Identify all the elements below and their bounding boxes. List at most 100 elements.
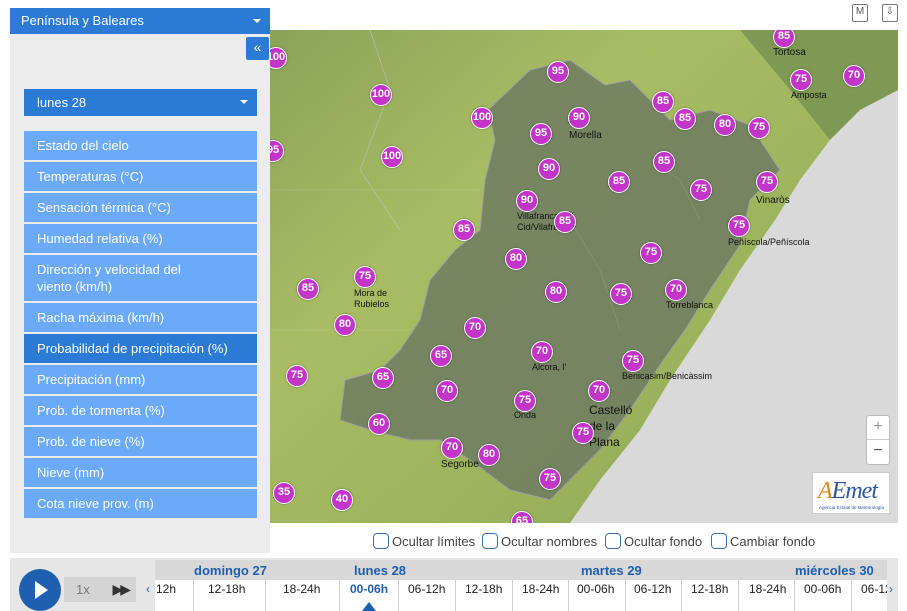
probability-marker[interactable]: 85: [674, 108, 696, 130]
probability-marker[interactable]: 75: [286, 365, 308, 387]
hide-borders-checkbox[interactable]: Ocultar límites: [373, 532, 475, 550]
probability-marker[interactable]: 75: [539, 468, 561, 490]
checkbox-box[interactable]: [373, 533, 389, 549]
variable-item[interactable]: Sensación térmica (°C): [24, 193, 257, 224]
probability-marker[interactable]: 70: [436, 380, 458, 402]
probability-marker[interactable]: 85: [608, 171, 630, 193]
variable-item[interactable]: Racha máxima (km/h): [24, 303, 257, 334]
time-slot[interactable]: 12-18h: [691, 582, 728, 596]
variable-item[interactable]: Humedad relativa (%): [24, 224, 257, 255]
probability-marker[interactable]: 70: [665, 279, 687, 301]
probability-marker[interactable]: 100: [370, 84, 392, 106]
probability-marker[interactable]: 75: [728, 215, 750, 237]
time-slot[interactable]: 06-12h: [634, 582, 671, 596]
download-icon[interactable]: ⇩: [882, 4, 898, 22]
probability-marker[interactable]: 75: [572, 422, 594, 444]
hide-names-checkbox[interactable]: Ocultar nombres: [482, 532, 597, 550]
probability-marker[interactable]: 70: [464, 317, 486, 339]
checkbox-box[interactable]: [711, 533, 727, 549]
time-slot-selected[interactable]: 00-06h: [350, 582, 388, 596]
variable-item[interactable]: Precipitación (mm): [24, 365, 257, 396]
time-slot[interactable]: 12h: [156, 582, 176, 596]
probability-marker[interactable]: 100: [471, 107, 493, 129]
probability-marker[interactable]: 80: [714, 114, 736, 136]
time-slot[interactable]: 00-06h: [577, 582, 614, 596]
probability-marker[interactable]: 75: [748, 117, 770, 139]
variable-item[interactable]: Estado del cielo: [24, 131, 257, 162]
mosaic-icon[interactable]: M: [852, 4, 868, 22]
play-button[interactable]: [19, 569, 61, 611]
probability-marker[interactable]: 90: [568, 107, 590, 129]
probability-marker[interactable]: 85: [554, 211, 576, 233]
probability-marker[interactable]: 75: [610, 283, 632, 305]
town-label: Segorbe: [441, 459, 479, 470]
probability-marker[interactable]: 75: [514, 390, 536, 412]
region-select-label: Península y Baleares: [21, 13, 144, 28]
speed-control[interactable]: 1x ▶▶: [64, 577, 136, 602]
variable-item[interactable]: Dirección y velocidad del viento (km/h): [24, 255, 257, 303]
probability-marker[interactable]: 65: [372, 367, 394, 389]
hide-background-checkbox[interactable]: Ocultar fondo: [605, 532, 702, 550]
probability-marker[interactable]: 90: [516, 190, 538, 212]
variable-item[interactable]: Nieve (mm): [24, 458, 257, 489]
town-label: Tortosa: [773, 47, 806, 58]
probability-marker[interactable]: 70: [843, 65, 865, 87]
probability-marker[interactable]: 75: [622, 350, 644, 372]
fast-forward-icon[interactable]: ▶▶: [112, 577, 130, 602]
town-label: Torreblanca: [666, 300, 714, 310]
map-view[interactable]: Tortosa Amposta Morella Vinaròs Villafra…: [270, 30, 898, 523]
checkbox-box[interactable]: [482, 533, 498, 549]
probability-marker[interactable]: 95: [547, 61, 569, 83]
town-label: Mora de Rubielos: [354, 288, 390, 309]
day-label: martes 29: [581, 563, 642, 578]
probability-marker[interactable]: 85: [653, 151, 675, 173]
probability-marker[interactable]: 85: [453, 219, 475, 241]
probability-marker[interactable]: 80: [334, 314, 356, 336]
day-select[interactable]: lunes 28: [24, 89, 257, 116]
checkbox-box[interactable]: [605, 533, 621, 549]
zoom-in-button[interactable]: +: [867, 416, 889, 440]
timeline-left-arrow-icon[interactable]: ‹: [146, 582, 150, 596]
time-slot[interactable]: 06-12h: [861, 582, 887, 596]
probability-marker[interactable]: 80: [505, 248, 527, 270]
time-slot[interactable]: 18-24h: [522, 582, 559, 596]
probability-marker[interactable]: 75: [756, 171, 778, 193]
probability-marker[interactable]: 75: [790, 69, 812, 91]
probability-marker[interactable]: 100: [381, 146, 403, 168]
probability-marker[interactable]: 70: [531, 341, 553, 363]
region-select[interactable]: Península y Baleares: [10, 8, 270, 34]
probability-marker[interactable]: 70: [441, 437, 463, 459]
time-slot[interactable]: 00-06h: [804, 582, 841, 596]
variable-item[interactable]: Prob. de tormenta (%): [24, 396, 257, 427]
probability-marker[interactable]: 90: [538, 158, 560, 180]
collapse-panel-button[interactable]: «: [246, 37, 269, 60]
zoom-out-button[interactable]: −: [867, 440, 889, 464]
time-slot[interactable]: 12-18h: [465, 582, 502, 596]
chevron-down-icon: [240, 100, 248, 104]
probability-marker[interactable]: 95: [530, 123, 552, 145]
probability-marker[interactable]: 40: [331, 489, 353, 511]
probability-marker[interactable]: 85: [652, 91, 674, 113]
time-slot[interactable]: 18-24h: [749, 582, 786, 596]
probability-marker[interactable]: 80: [478, 444, 500, 466]
divider: [794, 580, 795, 611]
probability-marker[interactable]: 65: [430, 345, 452, 367]
timeline-right-arrow-icon[interactable]: ›: [889, 582, 893, 596]
probability-marker[interactable]: 35: [273, 482, 295, 504]
change-background-checkbox[interactable]: Cambiar fondo: [711, 532, 815, 550]
time-slot[interactable]: 12-18h: [208, 582, 245, 596]
probability-marker[interactable]: 85: [297, 278, 319, 300]
variable-item-active[interactable]: Probabilidad de precipitación (%): [24, 334, 257, 365]
variable-item[interactable]: Temperaturas (°C): [24, 162, 257, 193]
probability-marker[interactable]: 70: [588, 380, 610, 402]
time-slot[interactable]: 06-12h: [408, 582, 445, 596]
probability-marker[interactable]: 60: [368, 413, 390, 435]
probability-marker[interactable]: 75: [354, 266, 376, 288]
time-slot[interactable]: 18-24h: [283, 582, 320, 596]
variable-item[interactable]: Prob. de nieve (%): [24, 427, 257, 458]
probability-marker[interactable]: 75: [640, 242, 662, 264]
app-root: Tortosa Amposta Morella Vinaròs Villafra…: [0, 0, 907, 611]
variable-item[interactable]: Cota nieve prov. (m): [24, 489, 257, 520]
probability-marker[interactable]: 75: [690, 179, 712, 201]
probability-marker[interactable]: 80: [545, 281, 567, 303]
